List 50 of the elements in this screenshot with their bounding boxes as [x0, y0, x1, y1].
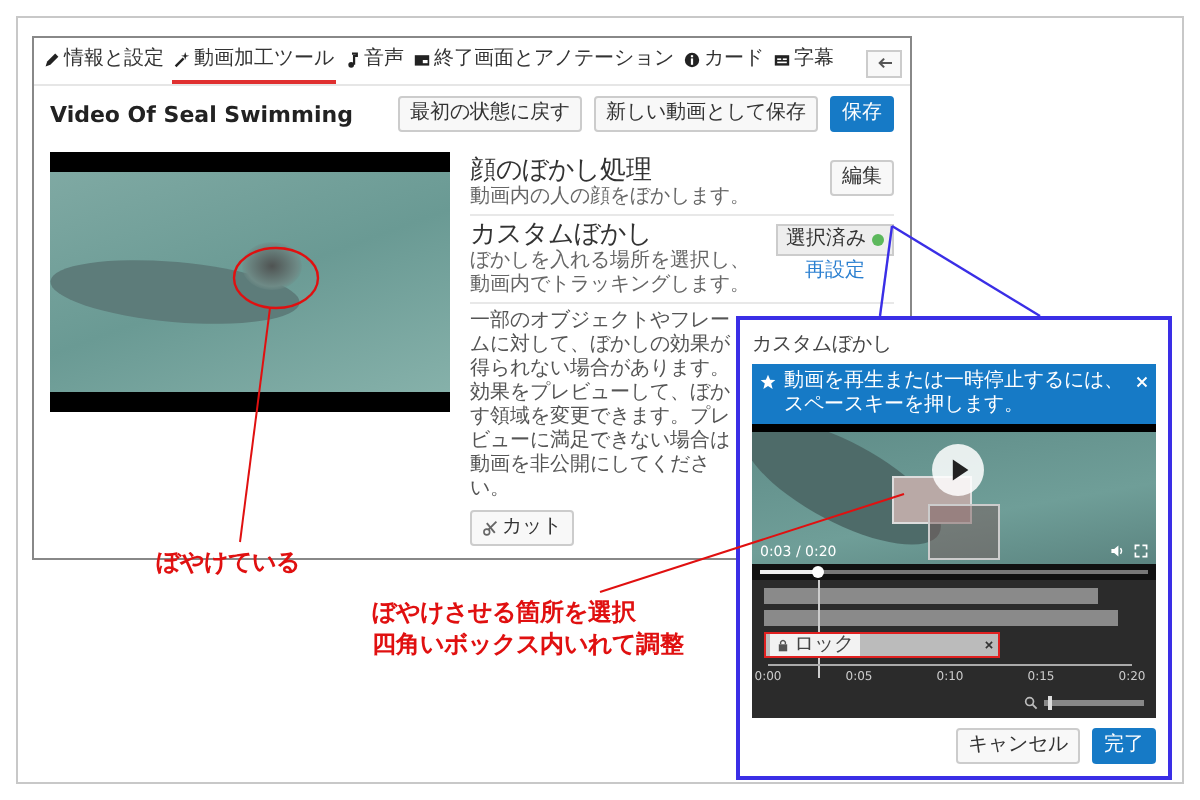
- header-button[interactable]: 最初の状態に戻す: [398, 96, 582, 132]
- dialog-button[interactable]: 完了: [1092, 728, 1156, 764]
- tab[interactable]: 動画加工ツール: [172, 42, 336, 84]
- video-title: Video Of Seal Swimming: [50, 101, 353, 127]
- progress-thumb[interactable]: [812, 566, 825, 578]
- dialog-title: カスタムぼかし: [752, 332, 894, 358]
- zoom-slider-track[interactable]: [1044, 700, 1144, 706]
- tab[interactable]: 情報と設定: [42, 42, 166, 84]
- back-arrow-icon: [875, 56, 893, 70]
- tab[interactable]: 字幕: [772, 42, 836, 84]
- subtitles-icon: [774, 52, 790, 68]
- cut-button[interactable]: カット: [470, 510, 574, 546]
- dialog-button[interactable]: キャンセル: [956, 728, 1080, 764]
- screen-icon: [414, 52, 430, 68]
- highlight-circle: [232, 246, 320, 310]
- annotation-text: ぼやけている: [156, 546, 300, 578]
- reset-link[interactable]: 再設定: [805, 260, 865, 284]
- close-icon[interactable]: [983, 640, 994, 650]
- scissors-icon: [482, 520, 498, 536]
- option-title: 顔のぼかし処理: [470, 156, 654, 186]
- edit-button[interactable]: 編集: [830, 160, 894, 196]
- back-button[interactable]: [866, 49, 902, 77]
- header-button[interactable]: 新しい動画として保存: [594, 96, 818, 132]
- status-label: 選択済み: [786, 228, 866, 252]
- status-dot: [872, 234, 884, 246]
- fullscreen-icon[interactable]: [1134, 544, 1148, 558]
- blurred-area: [242, 242, 302, 290]
- star-icon: [760, 374, 776, 390]
- info-icon: [684, 52, 700, 68]
- lock-button[interactable]: ロック: [770, 634, 860, 656]
- pencil-icon: [44, 52, 60, 68]
- option-description: 動画内の人の顔をぼかします。: [470, 186, 750, 210]
- notice-text: 一部のオブジェクトやフレームに対して、ぼかしの効果が得られない場合があります。効果をプレビューして、ぼかす領域を変更できます。プレビューに満足できない場合は動画を非公開にしてください。: [470, 310, 730, 502]
- lock-icon: [776, 638, 790, 652]
- music-note-icon: [344, 52, 360, 68]
- blur-track-bar[interactable]: ロック: [764, 632, 1000, 658]
- tab[interactable]: カード: [682, 42, 766, 84]
- blur-box[interactable]: [928, 504, 1000, 560]
- annotation-text: 四角いボックス内いれて調整: [372, 628, 684, 660]
- tab[interactable]: 音声: [342, 42, 406, 84]
- tab[interactable]: 終了画面とアノテーション: [412, 42, 676, 84]
- header-button[interactable]: 保存: [830, 96, 894, 132]
- option-title: カスタムぼかし: [470, 220, 654, 250]
- play-icon[interactable]: [932, 444, 984, 496]
- zoom-icon: [1024, 696, 1038, 710]
- banner-text: 動画を再生または一時停止するには、スペースキーを押します。: [784, 370, 1126, 418]
- wand-icon: [174, 52, 190, 68]
- option-description: ぼかしを入れる場所を選択し、動画内でトラッキングします。: [470, 250, 752, 298]
- volume-icon[interactable]: [1110, 544, 1124, 558]
- annotation-text: ぼやけさせる箇所を選択: [372, 596, 638, 628]
